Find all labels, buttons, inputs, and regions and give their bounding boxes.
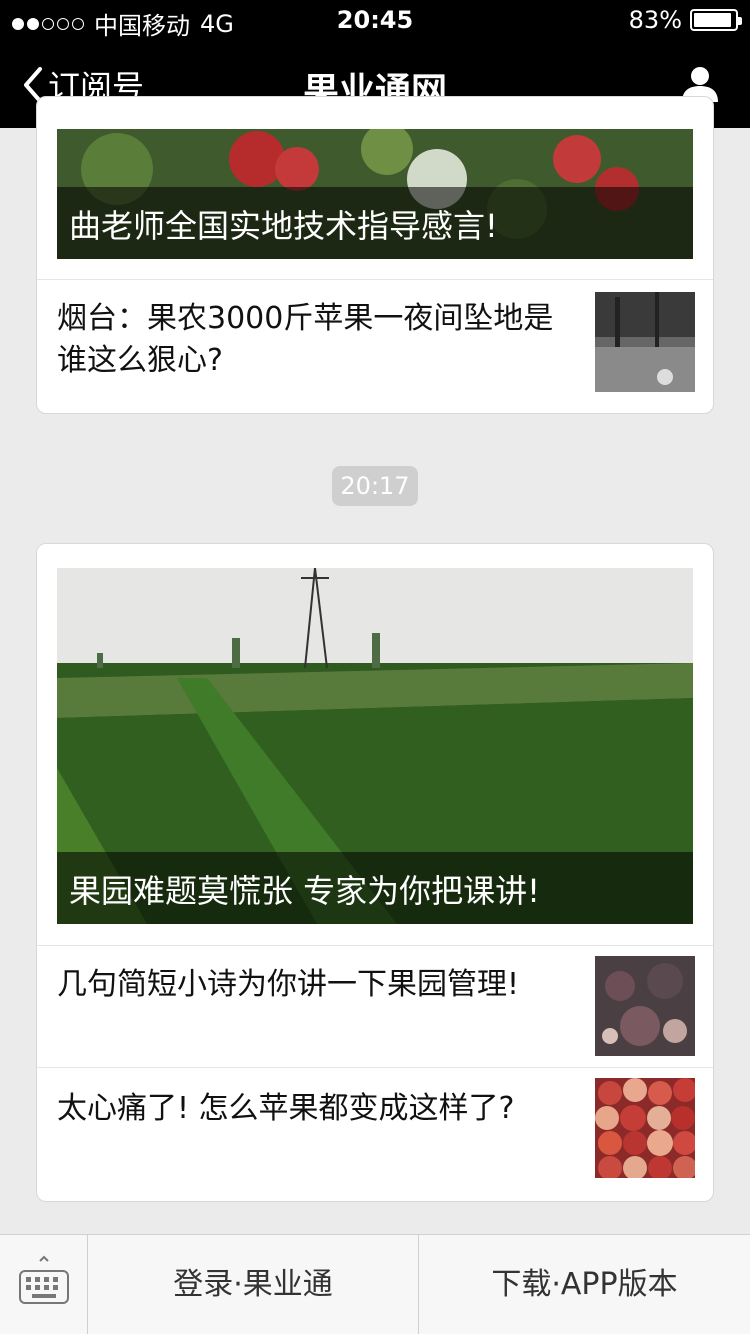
keyboard-icon [19,1255,69,1304]
fallen-apples-thumbnail [595,292,695,392]
download-app-menu-button[interactable]: 下载·APP版本 [419,1235,750,1334]
bottom-menu-bar: 登录·果业通 下载·APP版本 [0,1234,750,1334]
list-item[interactable]: 太心痛了! 怎么苹果都变成这样了? [37,1067,713,1201]
cover-caption: 曲老师全国实地技术指导感言! [57,187,693,259]
keyboard-toggle-button[interactable] [0,1235,88,1334]
message-timestamp: 20:17 [332,466,418,506]
list-item[interactable]: 烟台：果农3000斤苹果一夜间坠地是谁这么狠心? [37,279,713,413]
item-title: 几句简短小诗为你讲一下果园管理! [57,967,520,1002]
cover-caption: 果园难题莫慌张 专家为你把课讲! [57,852,693,924]
item-title: 太心痛了! 怎么苹果都变成这样了? [57,1091,515,1126]
article-cover[interactable]: 果园难题莫慌张 专家为你把课讲! [57,568,693,924]
apples-pile-thumbnail [595,1078,695,1178]
status-bar: 中国移动 4G 20:45 83% [0,0,750,40]
article-cover[interactable]: 曲老师全国实地技术指导感言! [57,129,693,259]
item-title: 烟台：果农3000斤苹果一夜间坠地是谁这么狠心? [57,301,554,378]
article-card: 曲老师全国实地技术指导感言! 烟台：果农3000斤苹果一夜间坠地是谁这么狠心? [36,96,714,414]
login-menu-button[interactable]: 登录·果业通 [88,1235,419,1334]
battery-percent: 83% [628,6,682,34]
orchard-leaves-thumbnail [595,956,695,1056]
battery-icon [690,9,742,31]
article-card: 果园难题莫慌张 专家为你把课讲! 几句简短小诗为你讲一下果园管理! 太心痛了! … [36,543,714,1202]
list-item[interactable]: 几句简短小诗为你讲一下果园管理! [37,945,713,1067]
